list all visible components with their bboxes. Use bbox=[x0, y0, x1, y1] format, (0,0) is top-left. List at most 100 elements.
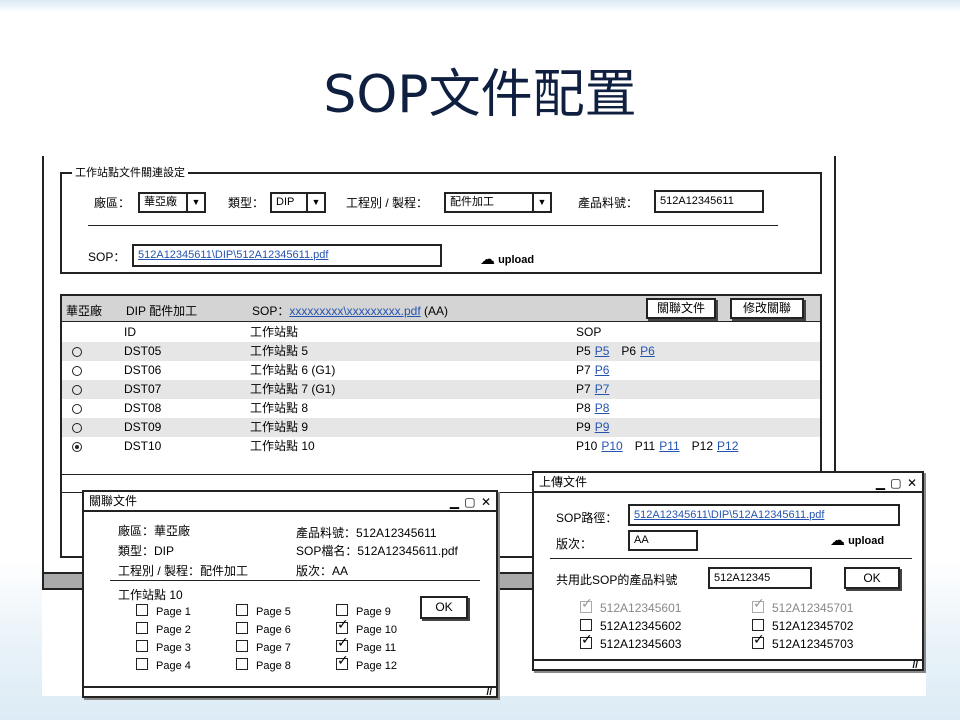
row-radio[interactable] bbox=[72, 385, 82, 395]
process-select[interactable]: 配件加工 ▼ bbox=[444, 192, 552, 213]
plant-select[interactable]: 華亞廠 ▼ bbox=[138, 192, 206, 213]
sop-page-link[interactable]: P6 bbox=[595, 363, 610, 377]
checkbox-icon[interactable] bbox=[136, 622, 148, 634]
checkbox-checked-icon[interactable] bbox=[336, 638, 349, 652]
table-row[interactable]: DST05 工作站點 5 P5 P5 P6 P6 bbox=[62, 342, 820, 361]
row-sop: P7 P6 bbox=[576, 361, 609, 380]
page-checkbox-label: Page 9 bbox=[356, 606, 391, 618]
row-sop: P5 P5 P6 P6 bbox=[576, 342, 655, 361]
table-row[interactable]: DST09 工作站點 9 P9 P9 bbox=[62, 418, 820, 437]
row-radio[interactable] bbox=[72, 442, 82, 452]
row-sop: P10 P10 P11 P11 P12 P12 bbox=[576, 437, 738, 456]
row-station: 工作站點 7 (G1) bbox=[250, 382, 336, 396]
upload-button[interactable]: ☁ upload bbox=[830, 531, 884, 549]
chevron-down-icon: ▼ bbox=[306, 194, 324, 211]
row-station: 工作站點 8 bbox=[250, 401, 309, 415]
page-checkbox-item[interactable]: Page 2 bbox=[136, 622, 191, 636]
type-select[interactable]: DIP ▼ bbox=[270, 192, 326, 213]
page-checkbox-item[interactable]: Page 1 bbox=[136, 604, 191, 618]
page-checkbox-item[interactable]: Page 6 bbox=[236, 622, 291, 636]
sop-label: SOP： bbox=[88, 250, 126, 264]
part-checkbox-item[interactable]: 512A12345703 bbox=[752, 635, 853, 651]
link-doc-ok-button[interactable]: OK bbox=[420, 596, 468, 619]
cloud-upload-icon: ☁ bbox=[480, 251, 495, 268]
page-checkbox-item[interactable]: Page 8 bbox=[236, 658, 291, 672]
sop-page-link[interactable]: P12 bbox=[717, 439, 738, 453]
window-controls-icon[interactable]: ▁ ▢ ✕ bbox=[876, 474, 918, 493]
page-checkbox-item[interactable]: Page 7 bbox=[236, 640, 291, 654]
sop-page-link[interactable]: P10 bbox=[601, 439, 622, 453]
checkbox-icon[interactable] bbox=[136, 658, 148, 670]
checkbox-icon[interactable] bbox=[236, 640, 248, 652]
sop-input[interactable]: 512A12345611\DIP\512A12345611.pdf bbox=[132, 244, 442, 267]
sop-page-label: P6 bbox=[621, 344, 637, 358]
checkbox-checked-icon[interactable] bbox=[752, 635, 765, 649]
column-header-id: ID bbox=[124, 325, 136, 339]
shared-parts-checklist: 512A12345601 512A12345701 512A12345602 512A… bbox=[580, 599, 900, 655]
resize-grip-icon[interactable]: // bbox=[486, 687, 492, 698]
row-radio[interactable] bbox=[72, 347, 82, 357]
grid-header-type-process: DIP 配件加工 bbox=[126, 304, 198, 318]
sop-path-input[interactable]: 512A12345611\DIP\512A12345611.pdf bbox=[628, 504, 900, 526]
upload-dialog: 上傳文件 ▁ ▢ ✕ SOP路徑： 512A12345611\DIP\512A1… bbox=[532, 471, 924, 671]
sop-page-link[interactable]: P5 bbox=[595, 344, 610, 358]
sop-page-link[interactable]: P8 bbox=[595, 401, 610, 415]
upload-ok-button[interactable]: OK bbox=[844, 567, 900, 589]
table-row[interactable]: DST06 工作站點 6 (G1) P7 P6 bbox=[62, 361, 820, 380]
sop-page-label: P10 bbox=[576, 439, 598, 453]
sop-page-link[interactable]: P11 bbox=[659, 439, 679, 453]
process-label: 工程別 / 製程： bbox=[346, 196, 429, 210]
checkbox-icon[interactable] bbox=[136, 604, 148, 616]
row-id: DST06 bbox=[124, 363, 162, 377]
settings-group: 工作站點文件關連設定 廠區： 華亞廠 ▼ 類型： DIP ▼ 工程別 / 製程：… bbox=[60, 164, 822, 274]
part-label: 產品料號： bbox=[578, 196, 639, 210]
checkbox-icon[interactable] bbox=[336, 604, 348, 616]
part-input[interactable]: 512A12345611 bbox=[654, 190, 764, 213]
row-radio[interactable] bbox=[72, 404, 82, 414]
column-header-sop: SOP bbox=[576, 325, 602, 339]
checkbox-checked-icon[interactable] bbox=[336, 620, 349, 634]
page-checkbox-item[interactable]: Page 5 bbox=[236, 604, 291, 618]
page-checkbox-item[interactable]: Page 4 bbox=[136, 658, 191, 672]
version-input[interactable]: AA bbox=[628, 530, 698, 551]
row-id: DST05 bbox=[124, 344, 162, 358]
link-doc-dialog-titlebar: 關聯文件 ▁ ▢ ✕ bbox=[84, 492, 496, 512]
table-row[interactable]: DST07 工作站點 7 (G1) P7 P7 bbox=[62, 380, 820, 399]
checkbox-icon[interactable] bbox=[236, 604, 248, 616]
checkbox-icon[interactable] bbox=[752, 619, 764, 631]
part-checkbox-item[interactable]: 512A12345603 bbox=[580, 635, 682, 651]
part-checkbox-item[interactable]: 512A12345602 bbox=[580, 619, 681, 633]
row-sop: P9 P9 bbox=[576, 418, 609, 437]
row-radio[interactable] bbox=[72, 366, 82, 376]
window-controls-icon[interactable]: ▁ ▢ ✕ bbox=[450, 493, 492, 512]
row-id: DST08 bbox=[124, 401, 162, 415]
part-checkbox-item[interactable]: 512A12345702 bbox=[752, 619, 853, 633]
page-checkbox-item[interactable]: Page 12 bbox=[336, 656, 397, 672]
sop-page-link[interactable]: P9 bbox=[595, 420, 610, 434]
row-radio[interactable] bbox=[72, 423, 82, 433]
resize-grip-icon[interactable]: // bbox=[912, 660, 918, 671]
part-checkbox-label: 512A12345603 bbox=[600, 637, 682, 651]
upload-button[interactable]: ☁ upload bbox=[480, 250, 534, 268]
row-id: DST10 bbox=[124, 439, 162, 453]
table-row[interactable]: DST08 工作站點 8 P8 P8 bbox=[62, 399, 820, 418]
checkbox-icon[interactable] bbox=[236, 622, 248, 634]
shared-parts-label: 共用此SOP的產品料號 bbox=[556, 573, 678, 587]
checkbox-checked-icon[interactable] bbox=[580, 635, 593, 649]
checkbox-icon[interactable] bbox=[580, 619, 592, 631]
checkbox-icon[interactable] bbox=[136, 640, 148, 652]
sop-page-label: P7 bbox=[576, 382, 591, 396]
row-id: DST09 bbox=[124, 420, 162, 434]
table-row[interactable]: DST10 工作站點 10 P10 P10 P11 P11 P12 P12 bbox=[62, 437, 820, 456]
link-doc-button[interactable]: 關聯文件 bbox=[646, 298, 716, 319]
checkbox-checked-icon[interactable] bbox=[336, 656, 349, 670]
grid-header-sop-link[interactable]: xxxxxxxxx\xxxxxxxxx.pdf bbox=[289, 304, 420, 318]
grid-header: 華亞廠 DIP 配件加工 SOP：xxxxxxxxx\xxxxxxxxx.pdf… bbox=[62, 296, 820, 322]
edit-link-button[interactable]: 修改關聯 bbox=[730, 298, 804, 319]
page-checkbox-item[interactable]: Page 3 bbox=[136, 640, 191, 654]
checkbox-icon[interactable] bbox=[236, 658, 248, 670]
shared-parts-input[interactable]: 512A12345 bbox=[708, 567, 812, 589]
sop-page-link[interactable]: P7 bbox=[595, 382, 610, 396]
row-sop: P7 P7 bbox=[576, 380, 609, 399]
sop-page-link[interactable]: P6 bbox=[640, 344, 655, 358]
